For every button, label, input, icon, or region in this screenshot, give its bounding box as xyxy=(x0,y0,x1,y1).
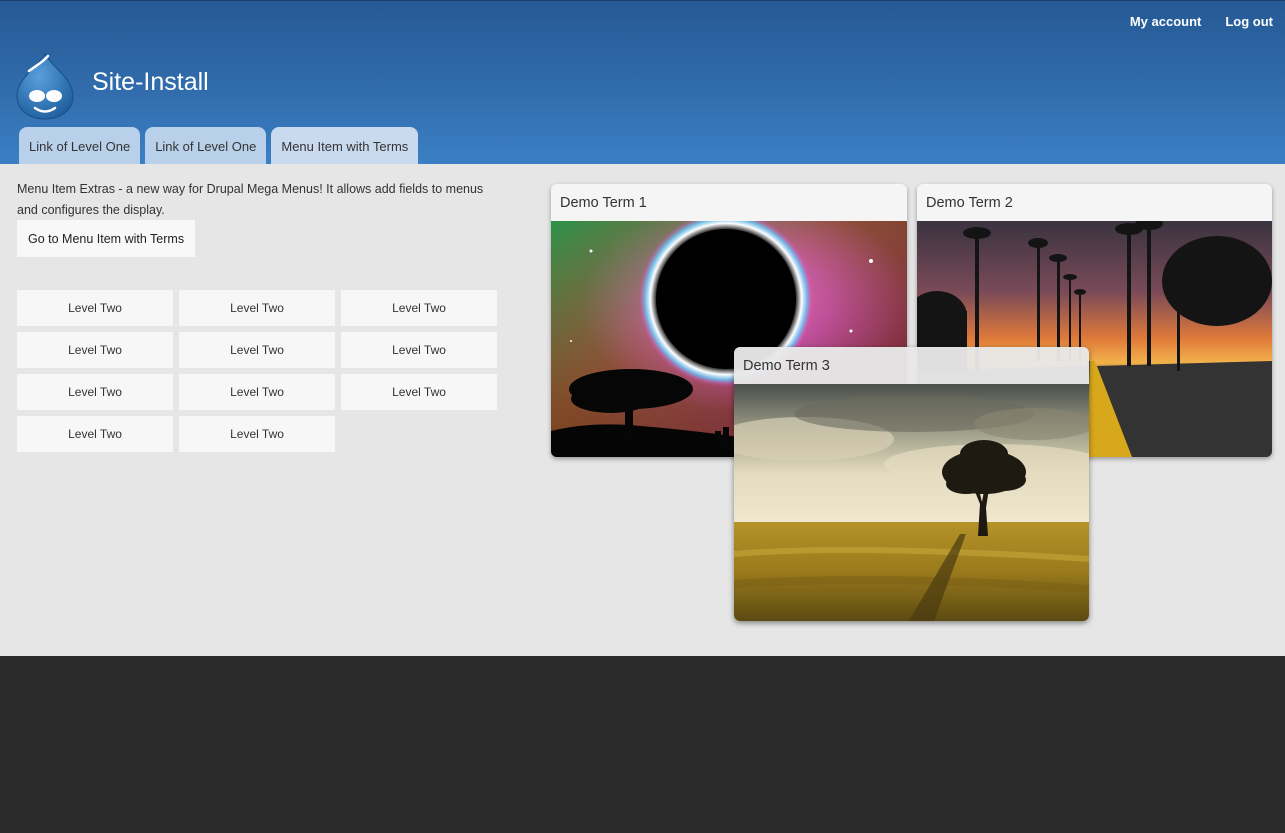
level-two-grid: Level Two Level Two Level Two Level Two … xyxy=(17,290,499,452)
term-title[interactable]: Demo Term 3 xyxy=(734,347,1089,384)
secondary-menu-item: Log out xyxy=(1225,13,1273,31)
secondary-menu-item: My account xyxy=(1130,13,1202,31)
term-title[interactable]: Demo Term 2 xyxy=(917,184,1272,221)
level-two-item[interactable]: Level Two xyxy=(341,374,497,410)
site-footer xyxy=(0,656,1285,833)
tab-link-of-level-one-2[interactable]: Link of Level One xyxy=(145,127,267,165)
level-two-item[interactable]: Level Two xyxy=(17,374,173,410)
secondary-menu: My account Log out xyxy=(1130,13,1273,31)
term-title[interactable]: Demo Term 1 xyxy=(551,184,907,221)
term-card-3[interactable]: Demo Term 3 xyxy=(734,347,1089,621)
tab-menu-item-with-terms[interactable]: Menu Item with Terms xyxy=(271,127,419,165)
level-two-item[interactable]: Level Two xyxy=(341,290,497,326)
level-two-item[interactable]: Level Two xyxy=(179,374,335,410)
level-two-item[interactable]: Level Two xyxy=(17,290,173,326)
site-header: My account Log out Site-Install Link of … xyxy=(0,0,1285,165)
level-two-item[interactable]: Level Two xyxy=(17,416,173,452)
site-name[interactable]: Site-Install xyxy=(92,68,209,97)
level-two-item[interactable]: Level Two xyxy=(17,332,173,368)
main-menu: Link of Level One Link of Level One Menu… xyxy=(19,127,419,165)
drupal-logo-icon[interactable] xyxy=(15,52,75,120)
level-two-item[interactable]: Level Two xyxy=(179,332,335,368)
mega-menu-description: Menu Item Extras - a new way for Drupal … xyxy=(17,182,484,217)
level-two-item[interactable]: Level Two xyxy=(179,290,335,326)
tab-link-of-level-one-1[interactable]: Link of Level One xyxy=(19,127,141,165)
level-two-item[interactable]: Level Two xyxy=(341,332,497,368)
log-out-link[interactable]: Log out xyxy=(1225,14,1273,29)
level-two-item[interactable]: Level Two xyxy=(179,416,335,452)
go-to-menu-item-button[interactable]: Go to Menu Item with Terms xyxy=(17,220,196,257)
term-image-tree-field[interactable] xyxy=(734,384,1089,621)
my-account-link[interactable]: My account xyxy=(1130,14,1202,29)
